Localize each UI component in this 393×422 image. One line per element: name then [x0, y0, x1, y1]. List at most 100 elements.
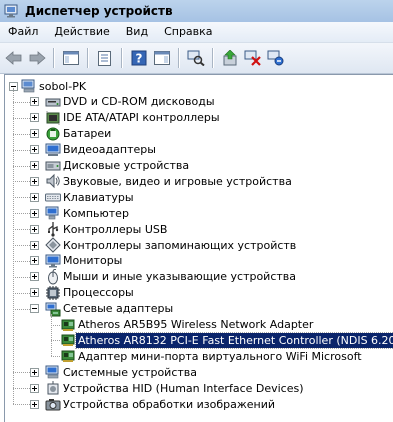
- tree-category[interactable]: Батареи: [30, 126, 113, 142]
- tree-category-label: Сетевые адаптеры: [63, 302, 174, 316]
- device-manager-window: Диспетчер устройств Файл Действие Вид Сп…: [0, 0, 393, 422]
- expand-toggle[interactable]: [30, 129, 39, 139]
- tree-category[interactable]: Контроллеры запоминающих устройств: [30, 237, 298, 253]
- ide-controller-icon: [45, 110, 61, 126]
- collapse-toggle[interactable]: [30, 304, 39, 314]
- device-tree[interactable]: sobol-PK DVD и CD-ROM дисководы IDE ATA/A…: [4, 74, 393, 422]
- action-pane-button[interactable]: [151, 47, 173, 69]
- expand-toggle[interactable]: [30, 192, 39, 202]
- console-tree-icon: [63, 51, 79, 65]
- tree-category-label: Видеоадаптеры: [63, 143, 156, 157]
- disk-drive-icon: [45, 158, 61, 174]
- device-manager-app-icon: [4, 4, 18, 18]
- toolbar-separator: [53, 48, 54, 68]
- tree-category-label: IDE ATA/ATAPI контроллеры: [63, 111, 220, 125]
- toolbar: ?: [0, 43, 393, 74]
- tree-category-label: Системные устройства: [63, 365, 197, 379]
- tree-category-label: Дисковые устройства: [63, 159, 190, 172]
- expand-toggle[interactable]: [30, 113, 39, 123]
- expand-toggle[interactable]: [30, 367, 39, 377]
- tree-device[interactable]: Адаптер мини-порта виртуального WiFi Mic…: [60, 348, 364, 364]
- menu-help[interactable]: Справка: [156, 22, 220, 42]
- tree-root-label: sobol-PK: [39, 79, 87, 93]
- expand-toggle[interactable]: [30, 208, 39, 218]
- scan-hardware-button[interactable]: [185, 47, 207, 69]
- tree-category-label: Мониторы: [63, 254, 123, 268]
- tree-category-label: Устройства HID (Human Interface Devices): [63, 381, 304, 395]
- expand-toggle[interactable]: [30, 161, 39, 170]
- expand-toggle[interactable]: [30, 240, 39, 250]
- title-bar: Диспетчер устройств: [0, 0, 393, 22]
- tree-category[interactable]: Контроллеры USB: [30, 221, 169, 237]
- tree-category[interactable]: Мониторы: [30, 253, 124, 269]
- tree-root[interactable]: sobol-PK: [9, 78, 88, 94]
- expand-toggle[interactable]: [30, 176, 39, 186]
- back-button[interactable]: [3, 47, 25, 69]
- tree-category[interactable]: Клавиатуры: [30, 189, 136, 205]
- tree-connector: [13, 181, 30, 183]
- expand-toggle[interactable]: [30, 145, 39, 155]
- show-hide-console-tree-button[interactable]: [60, 47, 82, 69]
- tree-connector: [13, 117, 30, 119]
- tree-device[interactable]: Atheros AR8132 PCI-E Fast Ethernet Contr…: [60, 331, 393, 349]
- expand-toggle[interactable]: [30, 97, 39, 107]
- action-pane-icon: [154, 51, 170, 65]
- menu-bar: Файл Действие Вид Справка: [0, 22, 393, 43]
- tree-category-label: Устройства обработки изображений: [63, 397, 276, 411]
- expand-toggle[interactable]: [30, 224, 39, 234]
- tree-category[interactable]: IDE ATA/ATAPI контроллеры: [30, 110, 222, 126]
- keyboard-icon: [45, 189, 61, 205]
- tree-connector: [13, 149, 30, 151]
- computer-root-icon: [21, 78, 37, 94]
- expand-toggle[interactable]: [30, 399, 39, 409]
- toolbar-separator: [87, 48, 88, 68]
- menu-action[interactable]: Действие: [46, 22, 117, 42]
- tree-connector: [13, 276, 30, 278]
- tree-device[interactable]: Atheros AR5B95 Wireless Network Adapter: [60, 317, 315, 333]
- display-adapter-icon: [45, 142, 61, 158]
- tree-category[interactable]: Устройства HID (Human Interface Devices): [30, 380, 306, 396]
- tree-connector: [51, 340, 60, 342]
- tree-category-label: Контроллеры USB: [63, 222, 168, 236]
- uninstall-device-button[interactable]: [265, 47, 287, 69]
- tree-connector: [13, 165, 30, 167]
- dvd-drive-icon: [45, 94, 61, 110]
- menu-file[interactable]: Файл: [0, 22, 46, 42]
- network-adapter-icon: [45, 301, 61, 317]
- tree-category-label: Процессоры: [63, 286, 134, 300]
- tree-category[interactable]: Устройства обработки изображений: [30, 396, 277, 412]
- menu-view[interactable]: Вид: [118, 22, 156, 42]
- tree-category-label: Компьютер: [63, 206, 129, 220]
- update-driver-icon: [223, 50, 237, 66]
- tree-category[interactable]: Компьютер: [30, 205, 131, 221]
- forward-button[interactable]: [26, 47, 48, 69]
- tree-category[interactable]: Видеоадаптеры: [30, 142, 158, 158]
- tree-category[interactable]: DVD и CD-ROM дисководы: [30, 94, 217, 110]
- tree-connector: [13, 133, 30, 135]
- expand-toggle[interactable]: [30, 383, 39, 393]
- tree-category[interactable]: Мыши и иные указывающие устройства: [30, 268, 298, 285]
- toolbar-separator: [212, 48, 213, 68]
- disable-device-button[interactable]: [242, 47, 264, 69]
- disable-device-icon: [244, 50, 261, 66]
- expand-toggle[interactable]: [30, 288, 39, 298]
- update-driver-button[interactable]: [219, 47, 241, 69]
- expand-toggle[interactable]: [30, 256, 39, 266]
- monitor-icon: [45, 253, 61, 269]
- expand-toggle[interactable]: [30, 272, 39, 282]
- tree-category[interactable]: Системные устройства: [30, 364, 199, 380]
- network-card-icon: [60, 332, 76, 348]
- help-button[interactable]: ?: [128, 47, 150, 69]
- tree-category[interactable]: Процессоры: [30, 285, 136, 301]
- uninstall-device-icon: [267, 50, 284, 66]
- tree-category[interactable]: Звуковые, видео и игровые устройства: [30, 173, 294, 189]
- tree-connector: [51, 356, 60, 358]
- tree-connector: [13, 88, 14, 404]
- network-card-icon: [60, 317, 76, 333]
- tree-device-label: Atheros AR5B95 Wireless Network Adapter: [78, 318, 314, 331]
- properties-icon: [98, 50, 111, 66]
- tree-category[interactable]: Дисковые устройства: [30, 158, 191, 174]
- storage-controller-icon: [45, 237, 61, 253]
- mouse-icon: [45, 268, 61, 285]
- properties-button[interactable]: [94, 47, 116, 69]
